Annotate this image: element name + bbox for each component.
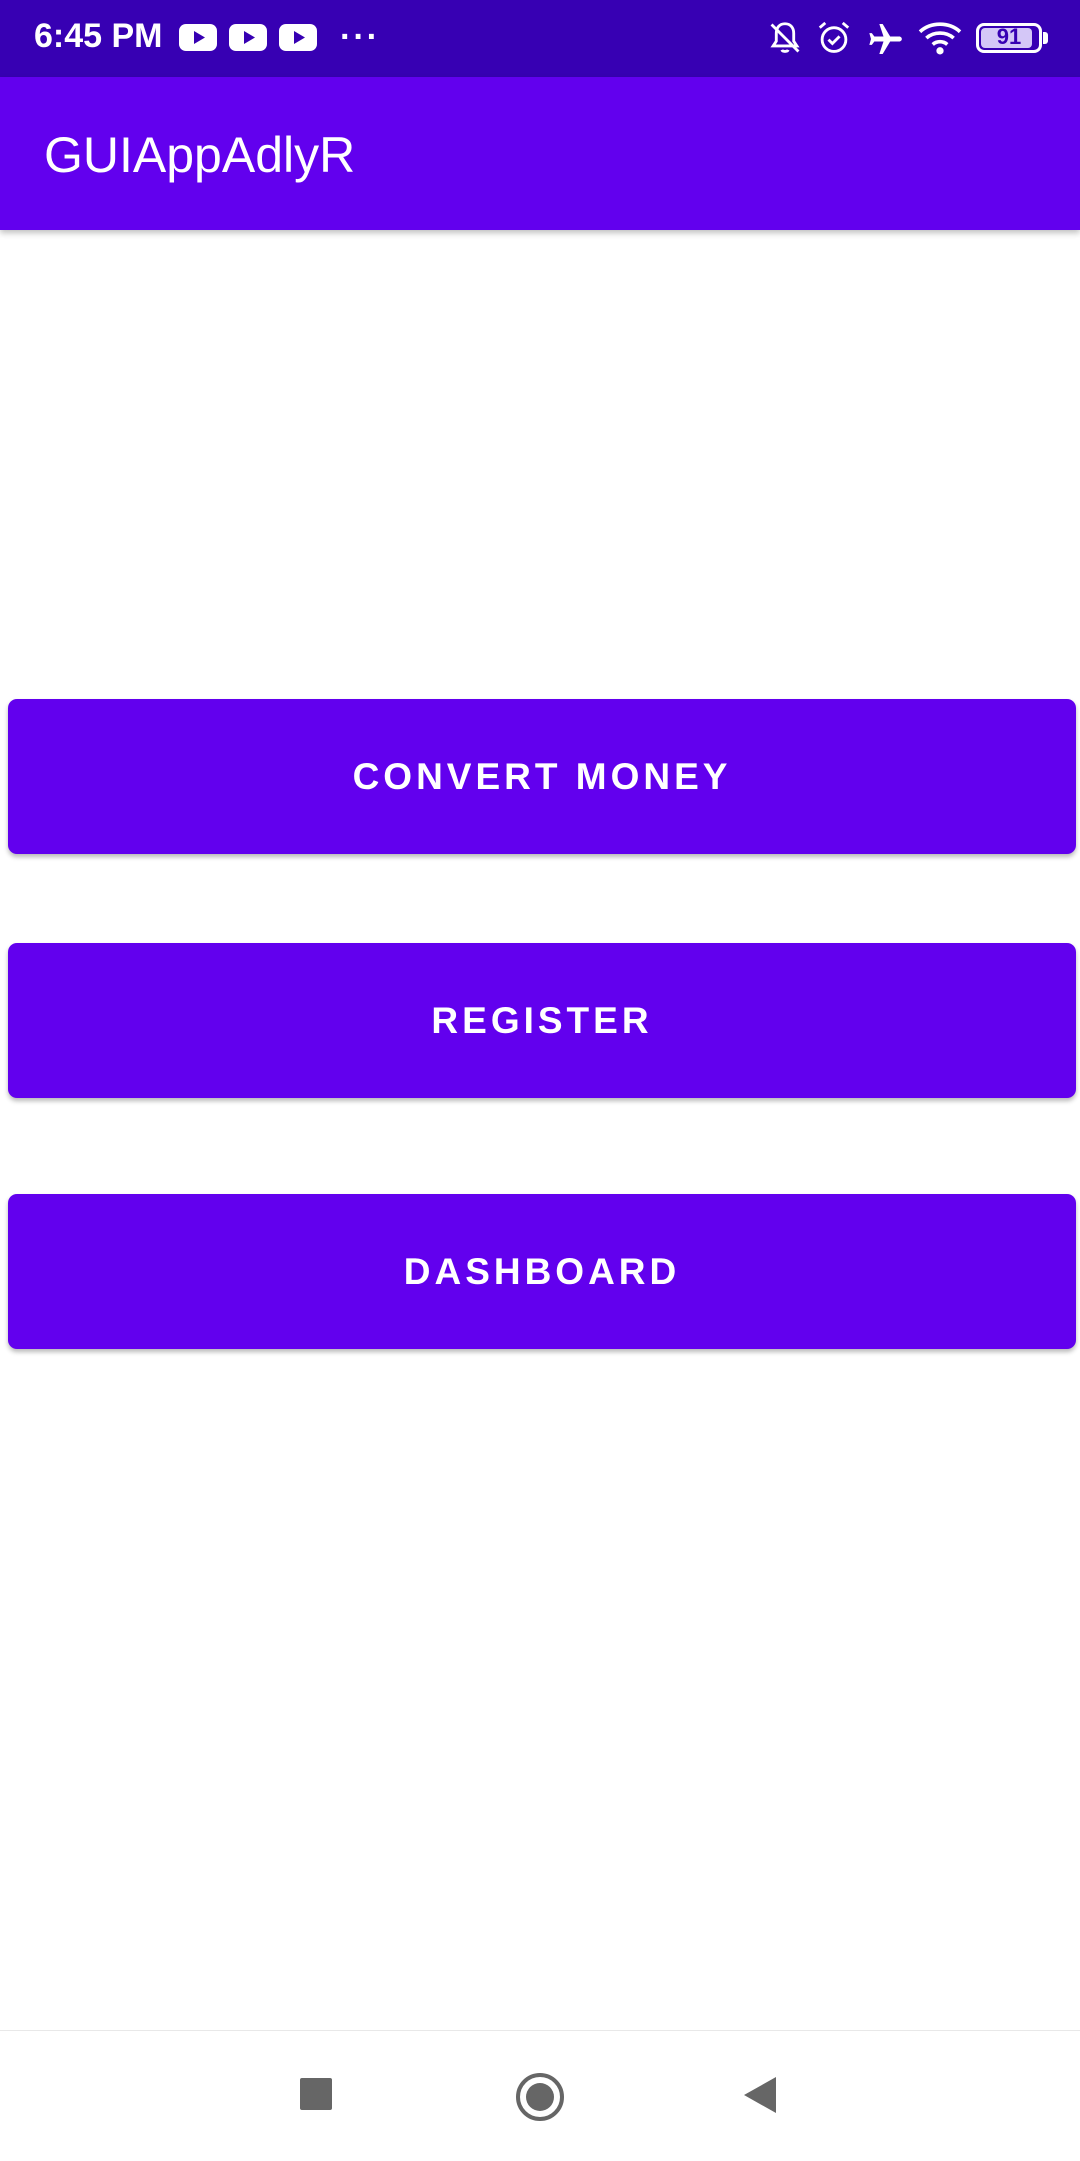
- back-icon[interactable]: [742, 2075, 778, 2115]
- more-notifications-icon: ···: [340, 18, 380, 56]
- status-bar: 6:45 PM ··· 91: [0, 0, 1080, 77]
- status-time: 6:45 PM: [34, 17, 163, 55]
- youtube-icon: [279, 24, 317, 51]
- home-icon-inner: [526, 2083, 554, 2111]
- app-bar: GUIAppAdlyR: [0, 77, 1080, 230]
- airplane-icon: [869, 24, 902, 54]
- dashboard-button[interactable]: DASHBOARD: [8, 1194, 1076, 1349]
- bell-off-icon: [770, 22, 800, 53]
- youtube-icon: [229, 24, 267, 51]
- convert-money-button[interactable]: CONVERT MONEY: [8, 699, 1076, 854]
- home-icon[interactable]: [516, 2073, 564, 2121]
- navigation-bar: [0, 2030, 1080, 2161]
- alarm-icon: [818, 21, 850, 53]
- app-title: GUIAppAdlyR: [44, 127, 356, 183]
- battery-level: 91: [996, 24, 1022, 49]
- battery-tip: [1043, 32, 1048, 44]
- youtube-icon: [179, 24, 217, 51]
- battery-icon: 91: [976, 23, 1042, 53]
- recents-icon[interactable]: [300, 2078, 332, 2110]
- register-button[interactable]: REGISTER: [8, 943, 1076, 1098]
- wifi-icon: [918, 22, 962, 55]
